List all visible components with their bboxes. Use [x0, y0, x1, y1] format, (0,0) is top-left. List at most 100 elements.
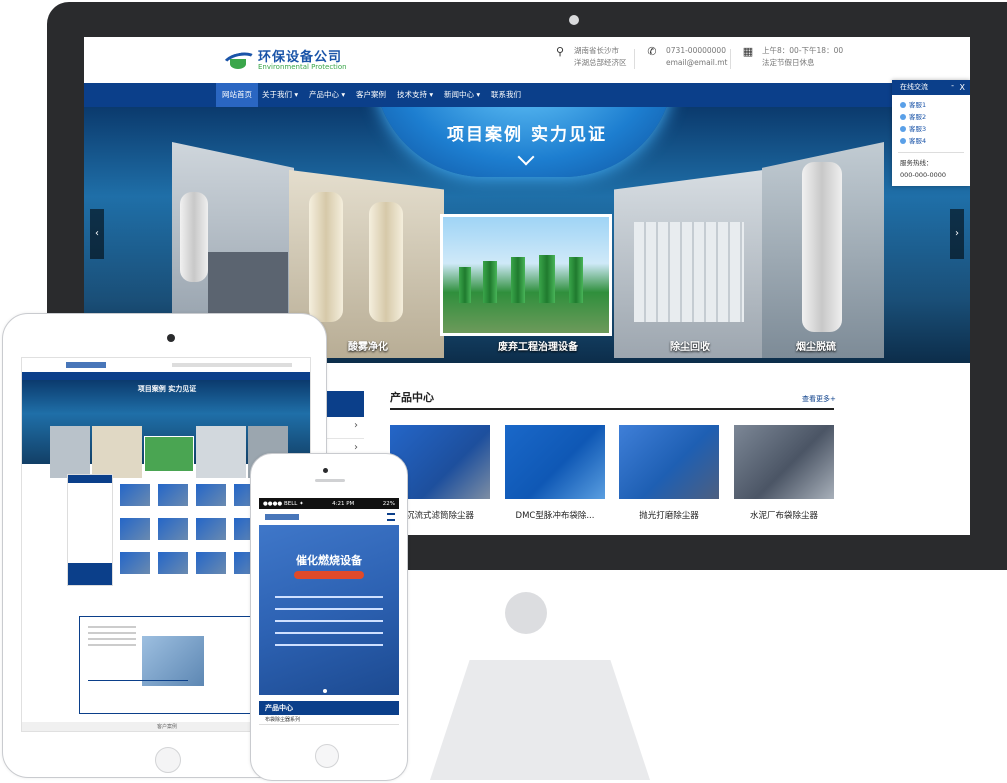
nav-home[interactable]: 网站首页: [216, 83, 258, 107]
tablet-text-line: [88, 644, 136, 646]
tower: [483, 261, 497, 303]
nav-products[interactable]: 产品中心 ▾: [303, 83, 351, 107]
product-image: [734, 425, 834, 499]
header-email[interactable]: email@email.mt: [666, 57, 728, 69]
chat-agent-link[interactable]: 客服1: [892, 99, 970, 111]
phone-logo: [265, 514, 299, 520]
products-title: 产品中心: [390, 391, 434, 404]
menu-icon[interactable]: [387, 513, 395, 521]
tablet-banner-panel: [92, 426, 142, 478]
site-logo[interactable]: 环保设备公司 Environmental Protection: [222, 49, 347, 73]
chat-agent-label: 客服1: [909, 101, 927, 109]
chat-hotline-number: 000-000-0000: [900, 171, 947, 179]
machine-block: [208, 252, 288, 322]
banner-next-button[interactable]: ›: [950, 209, 964, 259]
nav-news[interactable]: 新闻中心 ▾: [438, 83, 486, 107]
banner-caption: 废弃工程治理设备: [498, 342, 578, 353]
tablet-banner-title: 项目案例 实力见证: [137, 385, 197, 393]
user-icon: [900, 102, 906, 108]
banner-title: 项目案例 实力见证: [447, 125, 607, 145]
chat-title: 在线交流: [900, 83, 928, 91]
nav-tech[interactable]: 技术支持 ▾: [391, 83, 439, 107]
product-name: 水泥厂布袋除尘器: [749, 511, 818, 521]
duct-pipe: [369, 202, 403, 322]
tablet-home-button[interactable]: [155, 747, 181, 773]
logo-name-en: Environmental Protection: [258, 63, 347, 71]
product-name: 抛光打磨除尘器: [639, 511, 699, 521]
tablet-header-info: [172, 363, 292, 367]
banner-panel-center: [440, 214, 612, 336]
baghouse: [634, 222, 744, 322]
product-card[interactable]: DMC型脉冲布袋除...: [505, 425, 605, 521]
duct-pipe: [180, 192, 208, 282]
user-icon: [900, 138, 906, 144]
phone-text-line: [275, 632, 383, 634]
chat-close-button[interactable]: X: [960, 80, 965, 95]
tablet-product-thumb[interactable]: [196, 484, 226, 506]
chat-agent-label: 客服4: [909, 137, 927, 145]
nav-cases[interactable]: 客户案例: [350, 83, 392, 107]
phone-icon: ✆: [647, 45, 657, 58]
battery-label: 22%: [382, 500, 395, 507]
clock-label: 4:21 PM: [332, 500, 355, 507]
tablet-product-thumb[interactable]: [120, 552, 150, 574]
tablet-product-thumb[interactable]: [158, 552, 188, 574]
tablet-text-line: [88, 626, 136, 628]
chat-agent-label: 客服2: [909, 113, 927, 121]
phone-banner-title: 催化燃烧设备: [296, 554, 362, 567]
phone-category-row[interactable]: 布袋除尘器系列: [259, 715, 399, 725]
tablet-site-header: [22, 358, 310, 372]
tablet-tab-line: [88, 680, 188, 681]
phone-home-button[interactable]: [315, 744, 339, 768]
banner-prev-button[interactable]: ‹: [90, 209, 104, 259]
banner-panel-right: [614, 169, 764, 358]
nav-contact[interactable]: 联系我们: [485, 83, 527, 107]
phone-frame: ●●●● BELL ✦ 4:21 PM 22% 催化燃烧设备 产品中心 布袋除尘…: [250, 453, 408, 781]
device-mockup-stage: 环保设备公司 Environmental Protection ⚲ 湖南省长沙市…: [0, 0, 1007, 783]
banner-caption: 除尘回收: [670, 342, 710, 353]
user-icon: [900, 114, 906, 120]
phone-screen: ●●●● BELL ✦ 4:21 PM 22% 催化燃烧设备 产品中心 布袋除尘…: [259, 498, 399, 738]
phone-banner-pill: [294, 571, 364, 579]
hours-line2: 法定节假日休息: [762, 58, 815, 67]
leaf-wave-icon: [222, 49, 254, 73]
product-card[interactable]: 水泥厂布袋除尘器: [734, 425, 834, 521]
phone-camera: [323, 468, 328, 473]
address-line1: 湖南省长沙市: [574, 46, 619, 55]
hours-line1: 上午8：00-下午18：00: [762, 46, 844, 55]
duct-pipe: [309, 192, 343, 322]
chat-hotline-label: 服务热线：: [900, 159, 933, 167]
phone-text-line: [275, 644, 383, 646]
tablet-banner-panel: [50, 426, 90, 478]
chat-agent-link[interactable]: 客服4: [892, 135, 970, 147]
carousel-dots[interactable]: [323, 678, 335, 712]
user-icon: [900, 126, 906, 132]
calendar-icon: ▦: [742, 45, 754, 58]
product-card[interactable]: 抛光打磨除尘器: [619, 425, 719, 521]
products-more-link[interactable]: 查看更多+: [802, 394, 836, 404]
tablet-text-line: [88, 632, 136, 634]
product-name: DMC型脉冲布袋除...: [515, 511, 595, 521]
header-phone: 0731-00000000: [666, 46, 726, 55]
tower: [511, 257, 525, 303]
chat-minimize-button[interactable]: -: [951, 78, 954, 93]
banner-panel-right2: [762, 142, 884, 358]
tower: [539, 255, 555, 303]
tablet-banner: 项目案例 实力见证: [22, 380, 310, 478]
location-pin-icon: ⚲: [555, 45, 565, 58]
tablet-product-thumb[interactable]: [120, 484, 150, 506]
tablet-product-thumb[interactable]: [196, 552, 226, 574]
phone-text-line: [275, 596, 383, 598]
tablet-product-thumb[interactable]: [120, 518, 150, 540]
tablet-product-thumb[interactable]: [196, 518, 226, 540]
tablet-product-thumb[interactable]: [158, 518, 188, 540]
chat-agent-link[interactable]: 客服2: [892, 111, 970, 123]
tablet-product-thumb[interactable]: [158, 484, 188, 506]
phone-banner: [259, 525, 399, 695]
monitor-camera: [569, 15, 579, 25]
monitor-stand: [430, 660, 650, 780]
chat-agent-link[interactable]: 客服3: [892, 123, 970, 135]
tower: [569, 257, 583, 303]
chat-agent-label: 客服3: [909, 125, 927, 133]
nav-about[interactable]: 关于我们 ▾: [256, 83, 304, 107]
